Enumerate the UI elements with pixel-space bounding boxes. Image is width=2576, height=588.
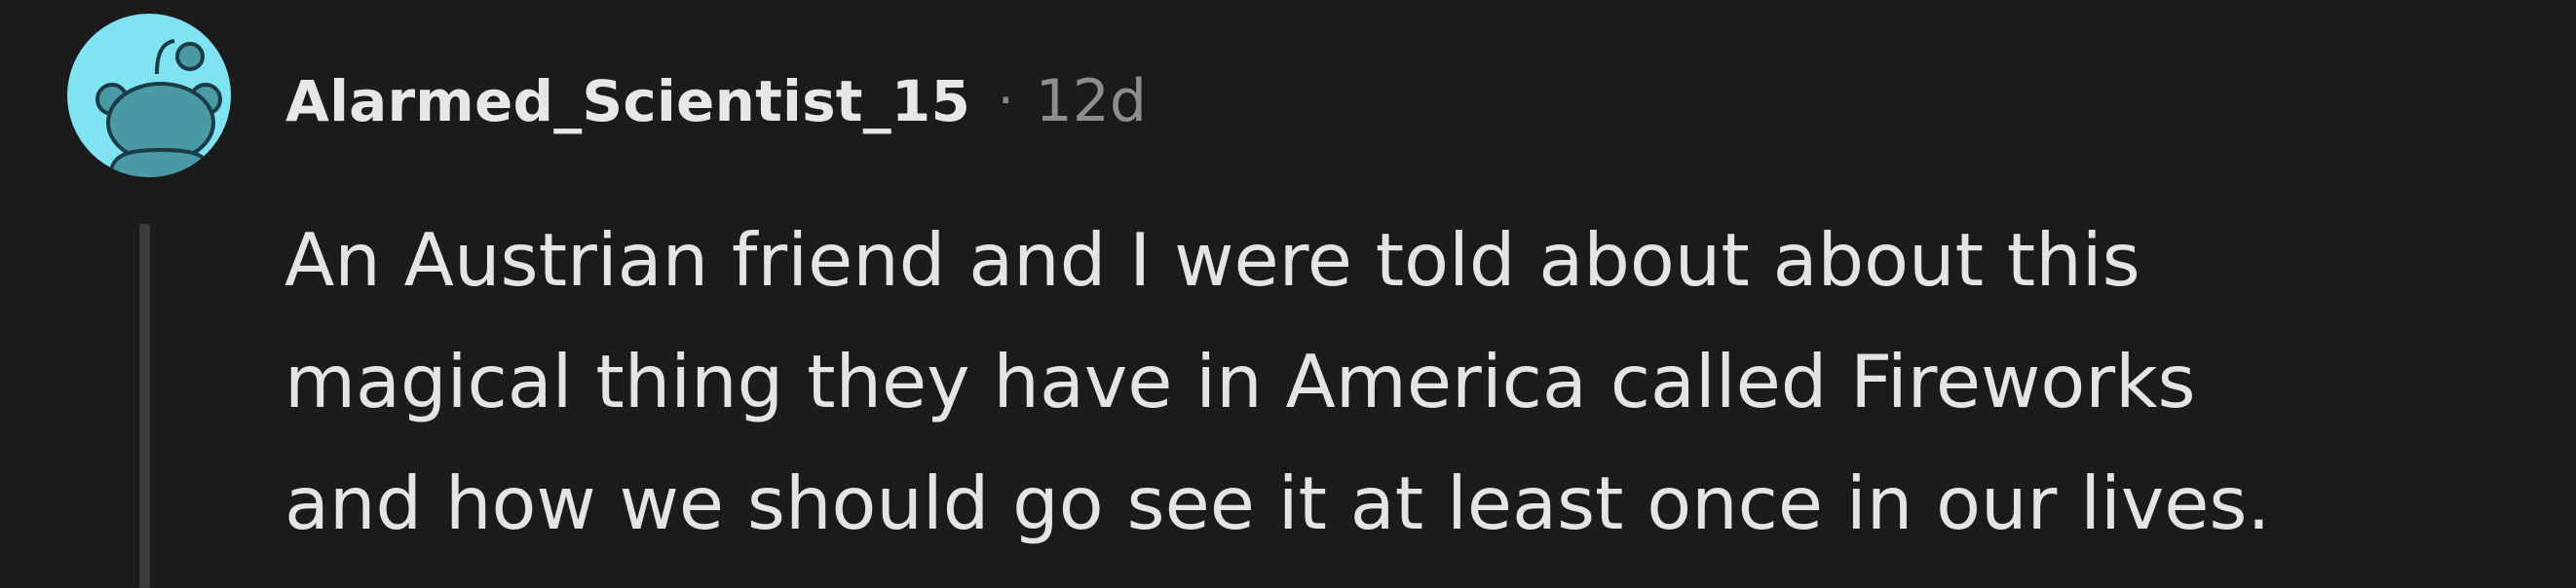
comment-timestamp[interactable]: 12d	[1036, 67, 1147, 135]
comment-body: An Austrian friend and I were told about…	[284, 200, 2525, 565]
username-link[interactable]: Alarmed_Scientist_15	[285, 68, 970, 134]
snoo-avatar-icon	[95, 39, 222, 177]
comment: Alarmed_Scientist_15 · 12d An Austrian f…	[0, 0, 2576, 588]
comment-body-line: An Austrian friend and I were told about…	[284, 217, 2140, 303]
meta-separator: ·	[998, 72, 1014, 130]
thread-collapse-line[interactable]	[139, 224, 150, 588]
comment-body-line: and how we should go see it at least onc…	[284, 460, 2271, 546]
user-avatar[interactable]	[67, 14, 231, 177]
comment-meta: Alarmed_Scientist_15 · 12d	[285, 60, 1147, 142]
comment-body-line: magical thing they have in America calle…	[284, 339, 2196, 424]
